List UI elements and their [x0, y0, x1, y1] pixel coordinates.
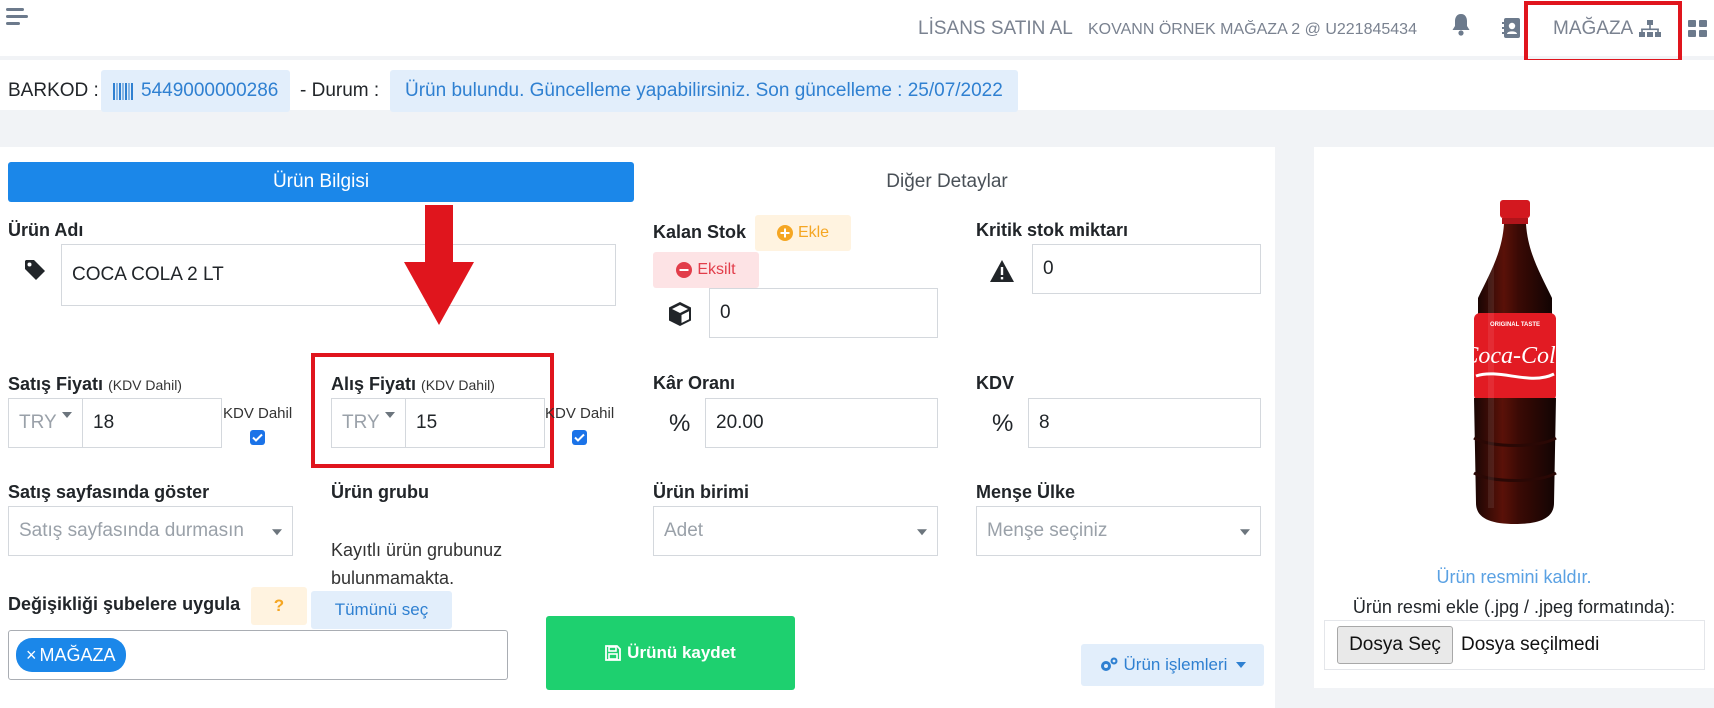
contact-card-icon[interactable]	[1502, 17, 1522, 44]
unit-value: Adet	[664, 520, 704, 541]
sale-price-label-text: Satış Fiyatı	[8, 374, 104, 394]
tab-product-info[interactable]: Ürün Bilgisi	[8, 162, 634, 202]
stock-remove-button[interactable]: Eksilt	[653, 252, 759, 288]
barcode-icon	[113, 82, 133, 100]
show-on-sales-label: Satış sayfasında göster	[8, 482, 210, 502]
stock-label: Kalan Stok	[653, 222, 747, 242]
unit-select[interactable]: Adet	[653, 506, 938, 556]
chevron-down-icon	[1240, 529, 1250, 536]
product-name-label: Ürün Adı	[8, 220, 84, 240]
unit-label: Ürün birimi	[653, 482, 750, 502]
stock-input[interactable]: 0	[709, 288, 938, 338]
purchase-price-label-text: Alış Fiyatı	[331, 374, 417, 394]
floppy-disk-icon	[605, 645, 622, 661]
check-icon	[574, 433, 585, 442]
chevron-down-icon	[917, 529, 927, 536]
purchase-price-note: (KDV Dahil)	[421, 377, 495, 393]
sale-price-input[interactable]: 18	[82, 398, 222, 448]
percent-symbol: %	[669, 410, 691, 437]
show-on-sales-select[interactable]: Satış sayfasında durmasın	[8, 506, 293, 556]
branch-chip[interactable]: × MAĞAZA	[16, 638, 126, 672]
caret-down-icon	[1236, 662, 1247, 668]
product-image: ORIGINAL TASTE Coca-Cola	[1460, 198, 1570, 533]
branches-label: Değişikliği şubelere uygula	[8, 594, 241, 614]
choose-file-button[interactable]: Dosya Seç	[1337, 626, 1453, 664]
purchase-vat-included-checkbox[interactable]	[572, 430, 587, 445]
purchase-vat-included-label: KDV Dahil	[545, 405, 615, 422]
gears-icon	[1100, 657, 1118, 671]
save-product-label: Ürünü kaydet	[627, 643, 736, 662]
tag-icon	[22, 257, 48, 283]
tab-other-details[interactable]: Diğer Detaylar	[634, 162, 1260, 202]
check-icon	[252, 433, 263, 442]
sale-currency-value: TRY	[19, 412, 57, 433]
show-on-sales-value: Satış sayfasında durmasın	[19, 520, 244, 541]
apps-grid-icon[interactable]	[1688, 20, 1708, 43]
sale-vat-included-checkbox[interactable]	[250, 430, 265, 445]
store-info: KOVANN ÖRNEK MAĞAZA 2 @ U221845434	[1088, 21, 1417, 38]
product-group-empty-text: Kayıtlı ürün grubunuz bulunmamakta.	[331, 540, 503, 588]
minus-circle-icon	[676, 262, 693, 278]
menu-toggle-icon[interactable]	[6, 6, 28, 28]
barcode-label: BARKOD :	[8, 80, 99, 101]
vat-label: KDV	[976, 373, 1015, 393]
buy-license-link[interactable]: LİSANS SATIN AL	[918, 18, 1073, 40]
plus-circle-icon	[776, 225, 793, 241]
sale-price-label: Satış Fiyatı (KDV Dahil)	[8, 374, 182, 395]
add-image-label: Ürün resmi ekle (.jpg / .jpeg formatında…	[1352, 597, 1676, 617]
store-switch-label: MAĞAZA	[1553, 18, 1634, 39]
sitemap-icon	[1639, 20, 1662, 37]
barcode-value: 5449000000286	[141, 80, 279, 101]
sale-currency-select[interactable]: TRY	[8, 398, 83, 448]
chip-remove-icon[interactable]: ×	[26, 645, 37, 666]
store-switch-button[interactable]: MAĞAZA	[1553, 18, 1662, 40]
sale-vat-included-label: KDV Dahil	[223, 405, 293, 422]
profit-rate-label: Kâr Oranı	[653, 373, 736, 393]
chevron-down-icon	[385, 412, 395, 418]
origin-select[interactable]: Menşe seçiniz	[976, 506, 1261, 556]
product-group-label: Ürün grubu	[331, 482, 429, 502]
bottle-brand-script: Coca-Cola	[1462, 343, 1567, 369]
status-message-badge: Ürün bulundu. Güncelleme yapabilirsiniz.…	[390, 70, 1018, 112]
critical-stock-input[interactable]: 0	[1032, 244, 1261, 294]
branch-chip-label: MAĞAZA	[39, 644, 116, 665]
branches-help-button[interactable]: ?	[251, 587, 307, 625]
product-actions-button[interactable]: Ürün işlemleri	[1081, 644, 1264, 686]
select-all-branches-button[interactable]: Tümünü seç	[311, 591, 452, 629]
file-status-text: Dosya seçilmedi	[1461, 634, 1600, 655]
origin-placeholder: Menşe seçiniz	[987, 520, 1108, 541]
chevron-down-icon	[62, 412, 72, 418]
warning-icon	[988, 257, 1016, 285]
vat-input[interactable]: 8	[1028, 398, 1261, 448]
product-actions-label: Ürün işlemleri	[1123, 655, 1228, 674]
stock-add-button[interactable]: Ekle	[755, 215, 851, 251]
product-name-input[interactable]: COCA COLA 2 LT	[61, 244, 616, 306]
box-icon	[666, 300, 694, 328]
save-product-button[interactable]: Ürünü kaydet	[546, 616, 795, 690]
status-label: - Durum :	[300, 80, 380, 101]
percent-symbol: %	[992, 410, 1014, 437]
purchase-currency-value: TRY	[342, 412, 380, 433]
barcode-value-badge: 5449000000286	[101, 70, 291, 112]
barcode-row: BARKOD : 5449000000286 - Durum : Ürün bu…	[0, 60, 1714, 112]
sale-price-note: (KDV Dahil)	[108, 377, 182, 393]
stock-add-label: Ekle	[797, 224, 830, 241]
profit-rate-input[interactable]: 20.00	[705, 398, 938, 448]
stock-remove-label: Eksilt	[697, 261, 736, 278]
chevron-down-icon	[272, 529, 282, 536]
top-bar: LİSANS SATIN AL KOVANN ÖRNEK MAĞAZA 2 @ …	[0, 0, 1714, 63]
purchase-price-label: Alış Fiyatı (KDV Dahil)	[331, 374, 495, 395]
critical-stock-label: Kritik stok miktarı	[976, 220, 1129, 240]
remove-image-link[interactable]: Ürün resmini kaldır.	[1314, 567, 1714, 588]
file-input[interactable]: Dosya Seç Dosya seçilmedi	[1324, 620, 1705, 670]
origin-label: Menşe Ülke	[976, 482, 1076, 502]
purchase-price-input[interactable]: 15	[405, 398, 545, 448]
branches-multiselect[interactable]: × MAĞAZA	[8, 630, 508, 680]
bell-icon[interactable]	[1450, 12, 1472, 41]
annotation-arrow-icon	[404, 205, 474, 330]
purchase-currency-select[interactable]: TRY	[331, 398, 406, 448]
bottle-label-top: ORIGINAL TASTE	[1490, 322, 1540, 328]
